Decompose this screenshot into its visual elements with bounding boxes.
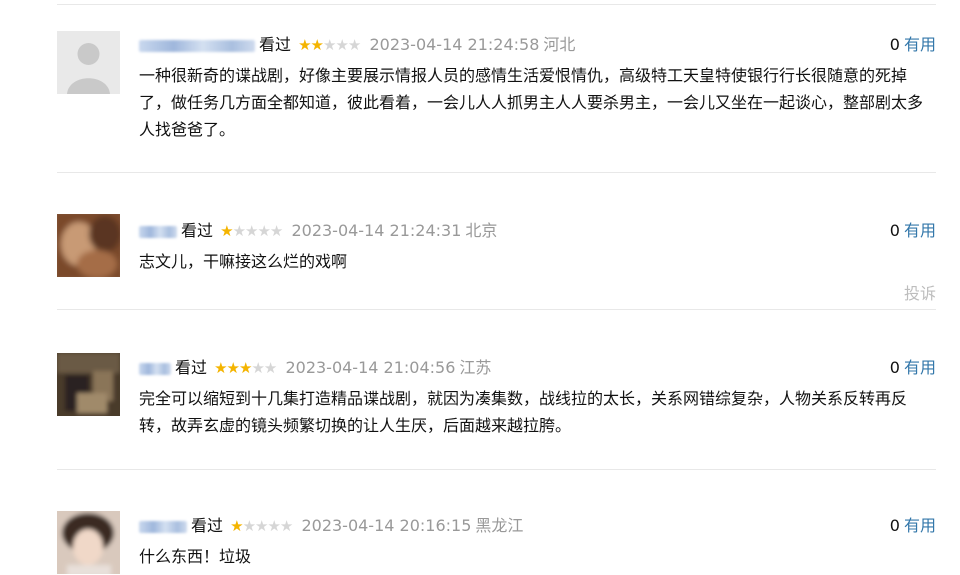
avatar[interactable]	[57, 31, 120, 94]
rating-stars: ★★★★★	[230, 517, 293, 535]
useful-vote: 0 有用	[890, 34, 936, 56]
useful-button[interactable]: 有用	[904, 35, 936, 54]
comment-meta: 看过 ★★★★★ 2023-04-14 21:24:58 河北 0 有用	[139, 34, 936, 56]
username-link[interactable]	[139, 362, 171, 375]
watched-label: 看过	[259, 35, 292, 54]
watched-label: 看过	[175, 358, 208, 377]
report-link[interactable]: 投诉	[904, 280, 936, 304]
avatar[interactable]	[57, 214, 120, 277]
comment-time: 2023-04-14 21:24:58	[369, 35, 540, 54]
comment-location: 黑龙江	[475, 516, 524, 535]
avatar[interactable]	[57, 511, 120, 574]
username-link[interactable]	[139, 520, 187, 533]
useful-vote: 0 有用	[890, 515, 936, 537]
comment-item: 看过 ★★★★★ 2023-04-14 20:16:15 黑龙江 0 有用 什么东西…	[57, 511, 936, 575]
comment-text: 完全可以缩短到十几集打造精品谍战剧，就因为凑集数，战线拉的太长，关系网错综复杂，…	[139, 389, 908, 435]
username-link[interactable]	[139, 39, 255, 52]
comment-meta: 看过 ★★★★★ 2023-04-14 21:24:31 北京 0 有用	[139, 220, 936, 242]
comment-item: 看过 ★★★★★ 2023-04-14 21:24:31 北京 0 有用 志文儿，干…	[57, 214, 936, 304]
comment-item: 看过 ★★★★★ 2023-04-14 21:24:58 河北 0 有用 一种很新奇…	[57, 31, 936, 161]
rating-stars: ★★★★★	[298, 36, 361, 54]
avatar[interactable]	[57, 353, 120, 416]
comment-meta: 看过 ★★★★★ 2023-04-14 21:04:56 江苏 0 有用	[139, 357, 936, 379]
rating-stars: ★★★★★	[220, 222, 283, 240]
useful-count: 0	[889, 358, 900, 377]
watched-label: 看过	[191, 516, 224, 535]
comment-time: 2023-04-14 20:16:15	[301, 516, 472, 535]
comment-time: 2023-04-14 21:24:31	[291, 221, 462, 240]
useful-vote: 0 有用	[890, 357, 936, 379]
comment-location: 河北	[543, 35, 576, 54]
comment-divider	[57, 309, 936, 310]
watched-label: 看过	[181, 221, 214, 240]
comment-text: 什么东西！垃圾	[139, 547, 252, 566]
comment-meta: 看过 ★★★★★ 2023-04-14 20:16:15 黑龙江 0 有用	[139, 515, 936, 537]
useful-button[interactable]: 有用	[904, 221, 936, 240]
comment-location: 北京	[465, 221, 498, 240]
useful-button[interactable]: 有用	[904, 358, 936, 377]
comment-time: 2023-04-14 21:04:56	[285, 358, 456, 377]
comment-item: 看过 ★★★★★ 2023-04-14 21:04:56 江苏 0 有用 完全可以缩…	[57, 353, 936, 463]
comment-text: 一种很新奇的谍战剧，好像主要展示情报人员的感情生活爱恨情仇，高级特工天皇特使银行…	[139, 66, 924, 139]
comment-text: 志文儿，干嘛接这么烂的戏啊	[139, 252, 348, 271]
useful-count: 0	[889, 516, 900, 535]
comment-divider	[57, 172, 936, 173]
top-divider	[57, 4, 936, 5]
useful-count: 0	[889, 221, 900, 240]
useful-button[interactable]: 有用	[904, 516, 936, 535]
comment-location: 江苏	[459, 358, 492, 377]
rating-stars: ★★★★★	[214, 359, 277, 377]
comment-divider	[57, 469, 936, 470]
useful-vote: 0 有用	[890, 220, 936, 242]
useful-count: 0	[889, 35, 900, 54]
username-link[interactable]	[139, 225, 177, 238]
